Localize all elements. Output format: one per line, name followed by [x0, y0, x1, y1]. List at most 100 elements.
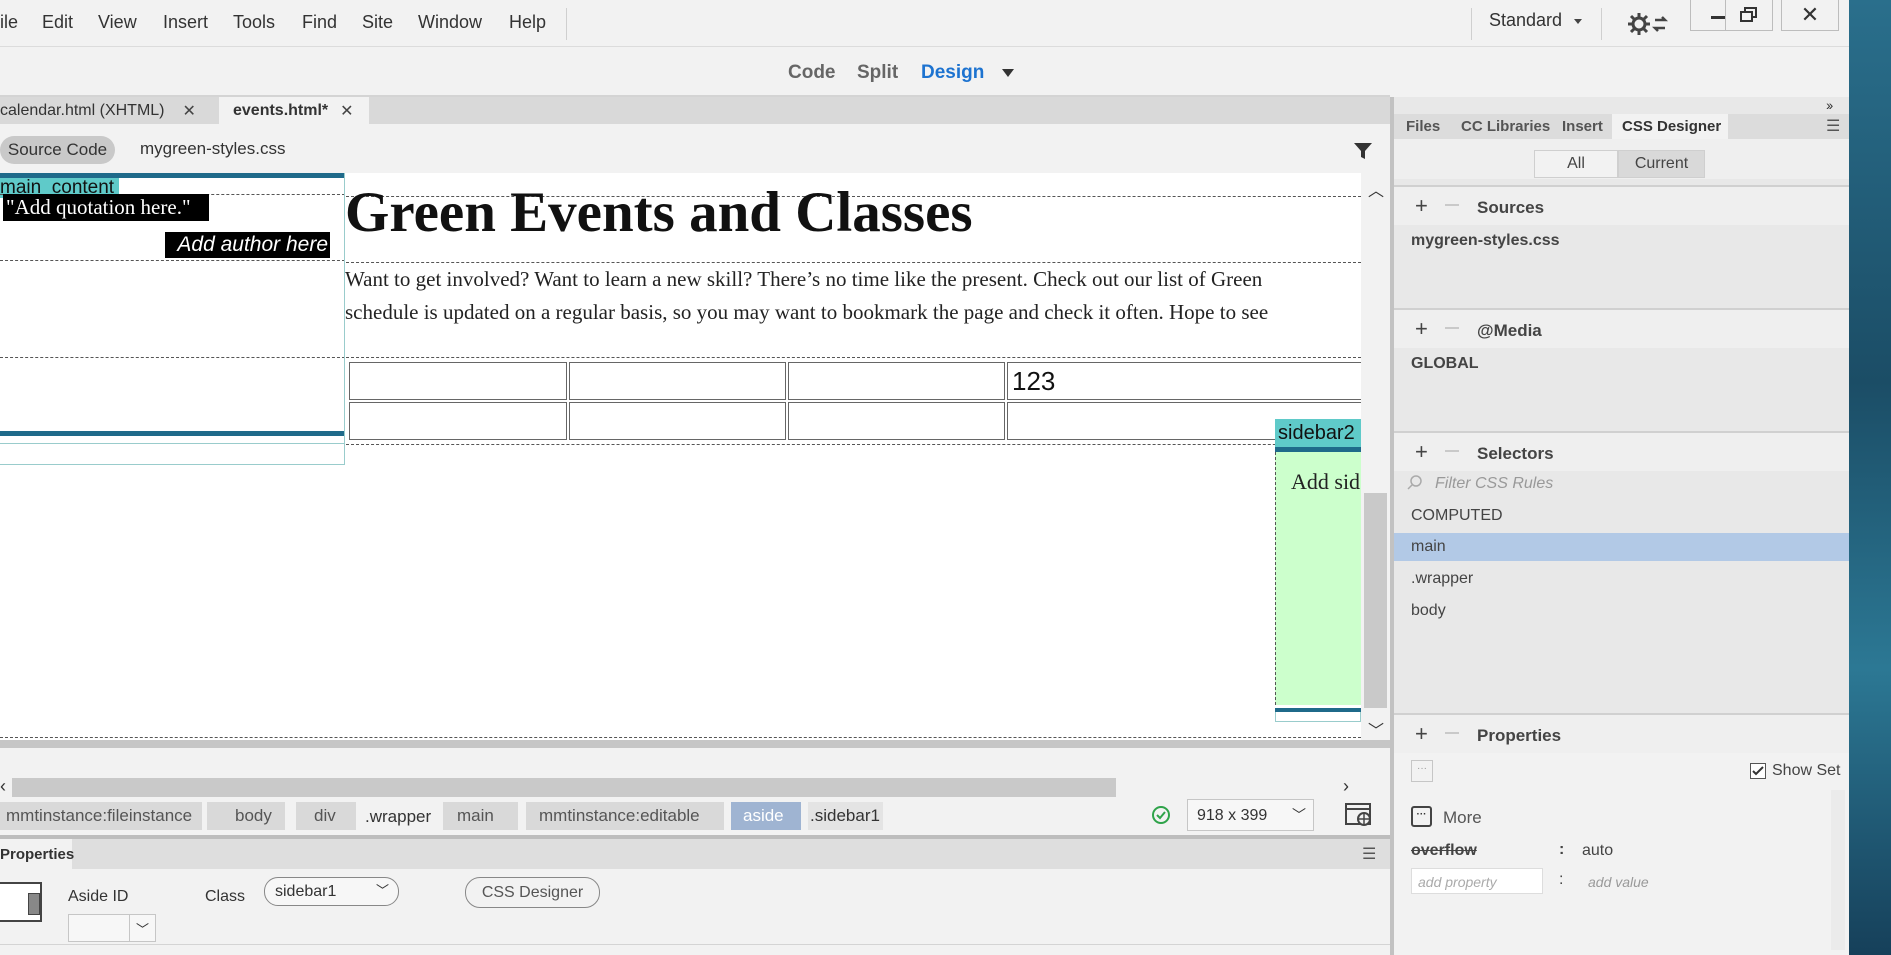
selector-item-computed[interactable]: COMPUTED — [1411, 507, 1503, 525]
more-options-icon[interactable]: ··· — [1411, 760, 1433, 782]
menu-find[interactable]: Find — [302, 12, 337, 33]
crumb-main[interactable]: main — [443, 802, 518, 830]
menu-help[interactable]: Help — [509, 12, 546, 33]
sync-settings-button[interactable] — [1628, 11, 1669, 42]
css-designer-button[interactable]: CSS Designer — [465, 877, 600, 908]
live-preview-icon[interactable] — [1344, 802, 1374, 828]
filter-css-rules-input[interactable]: Filter CSS Rules — [1435, 475, 1553, 493]
menu-site[interactable]: Site — [362, 12, 393, 33]
code-view-button[interactable]: Code — [788, 62, 836, 84]
canvas-horizontal-scrollbar[interactable]: ‹ › — [0, 740, 1390, 803]
panel-menu-icon[interactable]: ☰ — [1826, 116, 1840, 136]
check-circle-icon[interactable] — [1151, 805, 1171, 825]
add-media-icon[interactable]: + — [1415, 316, 1428, 342]
table-cell[interactable] — [349, 362, 567, 400]
selector-item-body[interactable]: body — [1411, 602, 1446, 620]
sidebar2-label[interactable]: sidebar2 — [1275, 419, 1361, 447]
crumb-aside[interactable]: aside — [731, 802, 801, 830]
add-property-input[interactable]: add property — [1411, 868, 1543, 894]
table-cell[interactable] — [788, 402, 1005, 440]
author-placeholder[interactable]: Add author here — [165, 232, 330, 258]
more-label[interactable]: More — [1443, 808, 1482, 828]
source-item[interactable]: mygreen-styles.css — [1411, 232, 1560, 250]
canvas-vertical-scrollbar[interactable]: ︿ ﹀ — [1361, 173, 1390, 740]
source-code-button[interactable]: Source Code — [0, 136, 115, 164]
crumb-mmtinstance-fileinstance[interactable]: mmtinstance:fileinstance — [0, 802, 202, 830]
events-table[interactable]: 123 — [346, 359, 1361, 441]
table-cell[interactable] — [349, 402, 567, 440]
remove-property-icon[interactable] — [1445, 732, 1459, 734]
menu-view[interactable]: View — [98, 12, 137, 33]
vertical-scroll-thumb[interactable] — [1364, 493, 1387, 708]
intro-paragraph-line2[interactable]: schedule is updated on a regular basis, … — [345, 300, 1268, 325]
selector-item-wrapper[interactable]: .wrapper — [1411, 570, 1473, 588]
properties-tab[interactable]: Properties — [0, 839, 74, 869]
intro-paragraph-line1[interactable]: Want to get involved? Want to learn a ne… — [345, 267, 1262, 292]
property-name-overflow[interactable]: overflow — [1411, 842, 1477, 860]
table-cell[interactable] — [569, 402, 786, 440]
tab-insert[interactable]: Insert — [1562, 114, 1603, 139]
current-mode-button[interactable]: Current — [1618, 150, 1705, 178]
filter-icon[interactable] — [1353, 142, 1373, 160]
scroll-left-icon[interactable]: ‹ — [0, 776, 6, 797]
design-view-button[interactable]: Design — [921, 62, 984, 84]
view-mode-dropdown-icon[interactable] — [1002, 69, 1014, 77]
sidebar2-text[interactable]: Add sid — [1291, 469, 1360, 495]
tab-files[interactable]: Files — [1406, 114, 1440, 139]
class-label: Class — [205, 888, 246, 905]
add-selector-icon[interactable]: + — [1415, 439, 1428, 465]
related-file-link[interactable]: mygreen-styles.css — [140, 139, 285, 159]
collapse-panel-icon[interactable]: ›› — [1826, 97, 1833, 113]
tab-calendar-html[interactable]: calendar.html (XHTML) ✕ — [0, 97, 214, 124]
add-value-input[interactable]: add value — [1588, 874, 1649, 890]
tab-events-html[interactable]: events.html* ✕ — [219, 97, 369, 124]
desktop-background — [1849, 0, 1891, 955]
guide-line — [346, 444, 1361, 445]
menu-insert[interactable]: Insert — [163, 12, 208, 33]
related-files-bar: Source Code mygreen-styles.css — [0, 125, 1390, 173]
close-icon: ✕ — [1800, 2, 1820, 27]
property-value-overflow[interactable]: auto — [1582, 842, 1613, 860]
restore-button[interactable] — [1725, 0, 1773, 31]
scroll-up-icon[interactable]: ︿ — [1368, 177, 1384, 201]
scroll-right-icon[interactable]: › — [1343, 776, 1349, 797]
remove-source-icon[interactable] — [1445, 204, 1459, 206]
properties-scrollbar[interactable] — [1831, 790, 1845, 950]
quotation-placeholder[interactable]: "Add quotation here." — [3, 194, 209, 221]
sidebar2[interactable]: Add sid — [1275, 452, 1361, 705]
tab-css-designer[interactable]: CSS Designer — [1612, 114, 1728, 139]
close-icon[interactable]: ✕ — [340, 101, 353, 121]
class-select[interactable]: sidebar1 ﹀ — [264, 877, 399, 906]
design-canvas[interactable]: main_content "Add quotation here." Add a… — [0, 173, 1361, 740]
close-window-button[interactable]: ✕ — [1781, 0, 1839, 31]
crumb-sidebar1[interactable]: .sidebar1 — [808, 802, 883, 830]
page-heading[interactable]: Green Events and Classes — [345, 180, 973, 245]
menu-edit[interactable]: Edit — [42, 12, 73, 33]
workspace-switcher[interactable]: Standard — [1489, 10, 1583, 31]
show-set-checkbox[interactable] — [1750, 763, 1766, 779]
menu-file[interactable]: ile — [0, 12, 18, 33]
crumb-wrapper[interactable]: .wrapper — [365, 807, 431, 827]
crumb-div[interactable]: div — [296, 802, 356, 830]
all-mode-button[interactable]: All — [1534, 150, 1618, 178]
split-view-button[interactable]: Split — [857, 62, 898, 84]
add-property-icon[interactable]: + — [1415, 721, 1428, 747]
menu-window[interactable]: Window — [418, 12, 482, 33]
menu-tools[interactable]: Tools — [233, 12, 275, 33]
panel-menu-icon[interactable]: ☰ — [1362, 844, 1376, 864]
crumb-mmtinstance-editable[interactable]: mmtinstance:editable — [526, 802, 724, 830]
add-source-icon[interactable]: + — [1415, 193, 1428, 219]
media-item[interactable]: GLOBAL — [1411, 355, 1479, 373]
table-cell[interactable]: 123 — [1007, 362, 1361, 400]
aside-id-select[interactable]: ﹀ — [68, 914, 156, 942]
scroll-down-icon[interactable]: ﹀ — [1368, 717, 1384, 741]
remove-media-icon[interactable] — [1445, 327, 1459, 329]
close-icon[interactable]: ✕ — [183, 101, 196, 121]
tab-cc-libraries[interactable]: CC Libraries — [1461, 114, 1550, 139]
selector-item-main[interactable]: main — [1394, 533, 1849, 561]
table-cell[interactable] — [788, 362, 1005, 400]
window-size-dropdown[interactable]: 918 x 399 ﹀ — [1187, 799, 1314, 831]
table-cell[interactable] — [569, 362, 786, 400]
remove-selector-icon[interactable] — [1445, 450, 1459, 452]
crumb-body[interactable]: body — [207, 802, 285, 830]
